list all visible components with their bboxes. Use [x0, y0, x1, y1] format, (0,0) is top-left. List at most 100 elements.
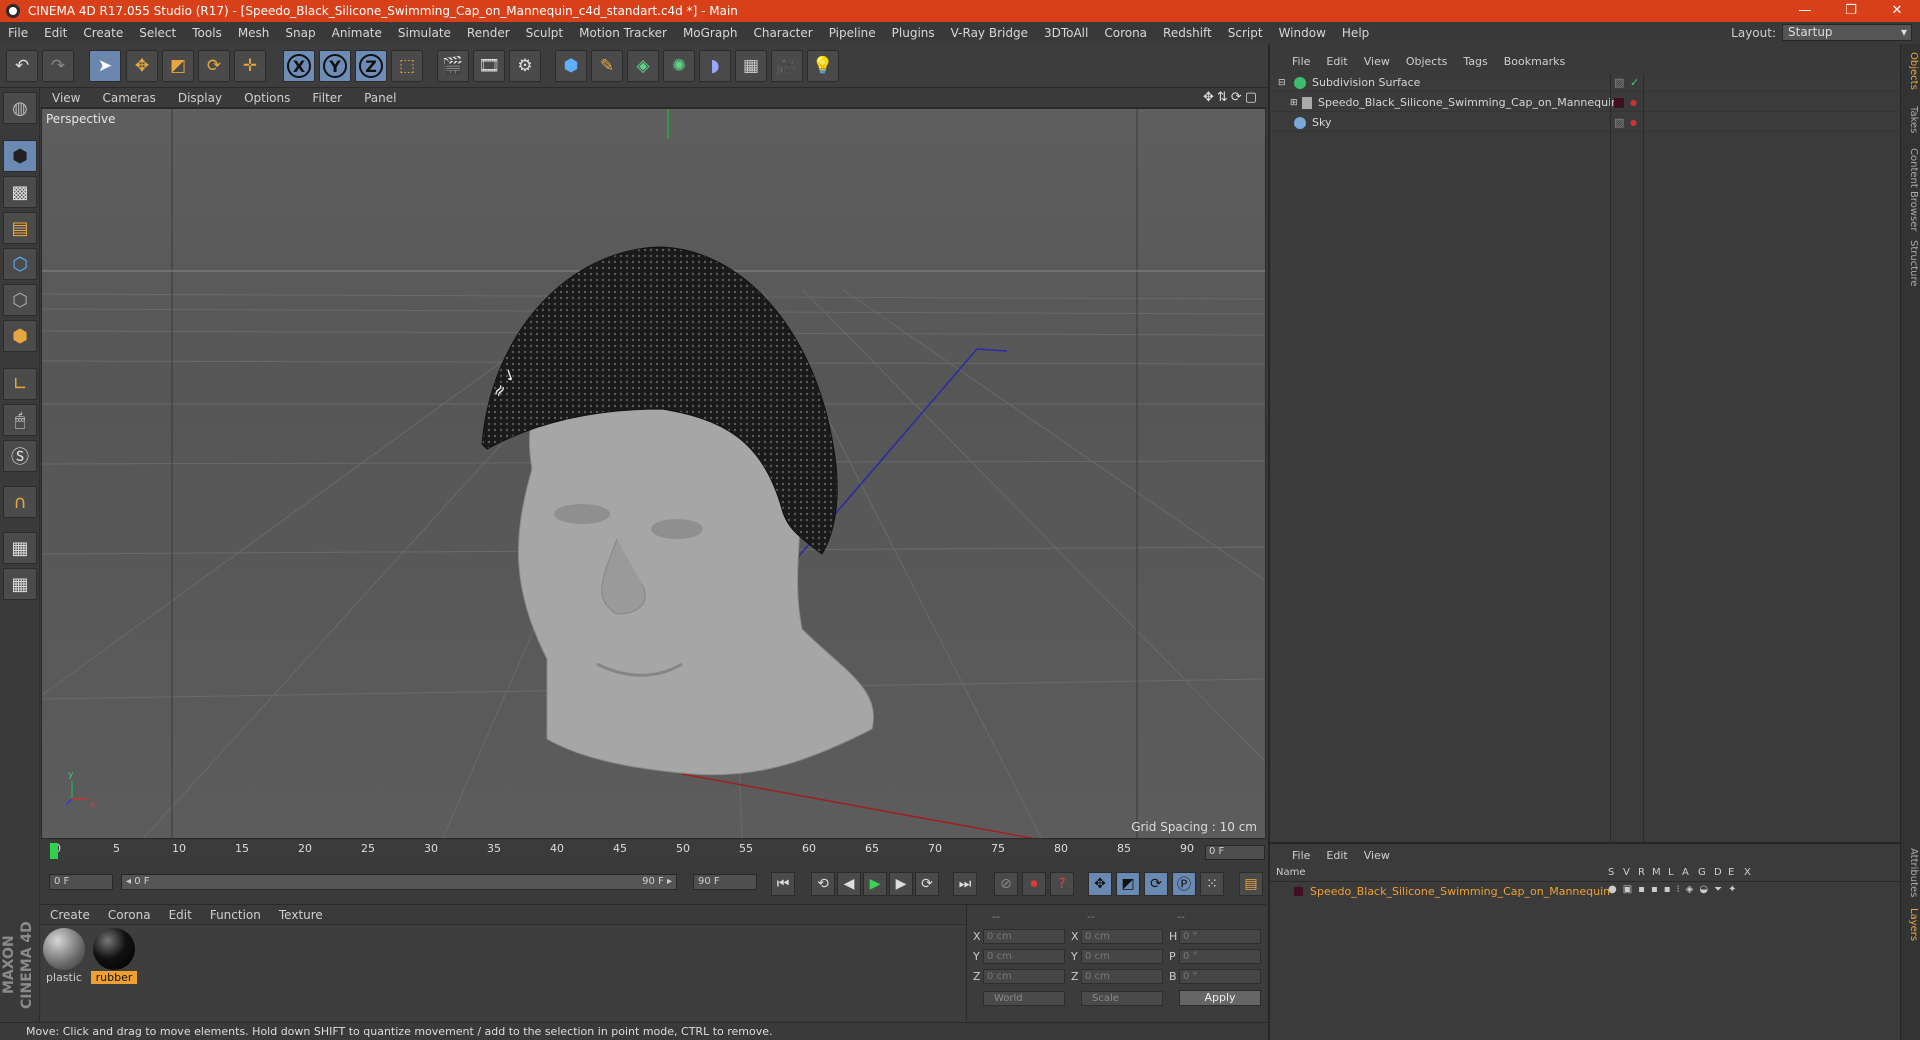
x-axis-lock-icon[interactable]: X — [283, 50, 315, 82]
viewport-menu-filter[interactable]: Filter — [301, 91, 353, 105]
texture-mode-icon[interactable]: ▩ — [3, 176, 37, 208]
layers-menu-edit[interactable]: Edit — [1318, 849, 1355, 862]
menu-sculpt[interactable]: Sculpt — [518, 26, 571, 40]
menu-character[interactable]: Character — [745, 26, 820, 40]
material-plastic[interactable]: plastic — [41, 928, 87, 984]
menu-simulate[interactable]: Simulate — [390, 26, 459, 40]
layer-toggle-icon[interactable]: ▨ — [1614, 74, 1624, 92]
floor-object-icon[interactable]: ▦ — [735, 50, 767, 82]
solo-mode-icon[interactable]: Ⓢ — [3, 440, 37, 472]
layer-color-swatch[interactable] — [1294, 887, 1303, 896]
go-to-end-icon[interactable]: ⏭ — [953, 872, 977, 896]
position-z-field[interactable]: 0 cm — [983, 969, 1065, 984]
autokey-disabled-icon[interactable]: ⊘ — [994, 872, 1018, 896]
menu-animate[interactable]: Animate — [324, 26, 390, 40]
minimize-button[interactable]: — — [1782, 0, 1828, 22]
expand-icon[interactable]: ⊞ — [1290, 94, 1298, 112]
layer-toggle-icon[interactable]: ▨ — [1614, 114, 1624, 132]
timeline-ruler[interactable]: 0 5 10 15 20 25 30 35 40 45 50 55 60 65 … — [48, 842, 1194, 860]
tab-objects[interactable]: Objects — [1903, 52, 1919, 90]
autokeying-icon[interactable]: ? — [1050, 872, 1074, 896]
rotation-b-field[interactable]: 0 ° — [1179, 969, 1261, 984]
key-parameter-icon[interactable]: Ⓟ — [1172, 872, 1196, 896]
rotate-tool-icon[interactable]: ⟳ — [198, 50, 230, 82]
axis-mode-icon[interactable]: ∟ — [3, 368, 37, 400]
redo-icon[interactable]: ↷ — [42, 50, 74, 82]
camera-object-icon[interactable]: 🎥 — [771, 50, 803, 82]
timeline-playhead[interactable] — [50, 843, 58, 859]
undo-icon[interactable]: ↶ — [6, 50, 38, 82]
size-y-field[interactable]: 0 cm — [1081, 949, 1163, 964]
layout-dropdown[interactable]: Startup — [1782, 24, 1912, 41]
menu-snap[interactable]: Snap — [277, 26, 323, 40]
spline-pen-icon[interactable]: ✎ — [591, 50, 623, 82]
menu-help[interactable]: Help — [1334, 26, 1377, 40]
end-frame-field[interactable]: 90 F — [693, 874, 757, 890]
start-frame-field[interactable]: 0 F — [49, 874, 113, 890]
key-rotation-icon[interactable]: ⟳ — [1144, 872, 1168, 896]
menu-3dtoall[interactable]: 3DToAll — [1036, 26, 1096, 40]
workplane-mode-icon[interactable]: ▤ — [3, 212, 37, 244]
menu-plugins[interactable]: Plugins — [884, 26, 943, 40]
material-rubber[interactable]: rubber — [91, 928, 137, 984]
tab-content-browser[interactable]: Content Browser — [1903, 148, 1919, 231]
menu-tools[interactable]: Tools — [184, 26, 230, 40]
layers-menu-view[interactable]: View — [1356, 849, 1398, 862]
close-button[interactable]: ✕ — [1874, 0, 1920, 22]
model-mode-icon[interactable]: ⬢ — [3, 140, 37, 172]
tweak-mode-icon[interactable]: 🖱 — [3, 404, 37, 436]
current-frame-field[interactable]: 0 F — [1205, 845, 1265, 860]
timeline-window-icon[interactable]: ▤ — [1239, 872, 1263, 896]
material-menu-create[interactable]: Create — [41, 908, 99, 922]
previous-frame-icon[interactable]: ◀ — [837, 872, 861, 896]
layer-row[interactable]: Speedo_Black_Silicone_Swimming_Cap_on_Ma… — [1270, 884, 1902, 900]
viewport-menu-view[interactable]: View — [41, 91, 91, 105]
menu-script[interactable]: Script — [1220, 26, 1271, 40]
objects-menu-tags[interactable]: Tags — [1455, 55, 1495, 68]
rotation-p-field[interactable]: 0 ° — [1179, 949, 1261, 964]
menu-corona[interactable]: Corona — [1096, 26, 1155, 40]
array-mograph-icon[interactable]: ✺ — [663, 50, 695, 82]
polygons-mode-icon[interactable]: ⬢ — [3, 320, 37, 352]
menu-window[interactable]: Window — [1271, 26, 1334, 40]
objects-menu-bookmarks[interactable]: Bookmarks — [1496, 55, 1573, 68]
material-menu-edit[interactable]: Edit — [160, 908, 201, 922]
menu-redshift[interactable]: Redshift — [1155, 26, 1220, 40]
expand-icon[interactable]: ⊟ — [1278, 74, 1286, 92]
menu-pipeline[interactable]: Pipeline — [821, 26, 884, 40]
key-position-icon[interactable]: ✥ — [1088, 872, 1112, 896]
viewport-menu-options[interactable]: Options — [233, 91, 301, 105]
object-row-subdivision-surface[interactable]: ⊟ Subdivision Surface ▨ ✓ — [1272, 74, 1902, 92]
layer-flag-icons[interactable]: ●▣▪▪▪⁝◈◒⏷✦ — [1608, 884, 1742, 895]
points-mode-icon[interactable]: ⬡ — [3, 248, 37, 280]
menu-create[interactable]: Create — [75, 26, 131, 40]
coordinate-system-icon[interactable]: ⬚ — [391, 50, 423, 82]
menu-mesh[interactable]: Mesh — [230, 26, 278, 40]
material-menu-texture[interactable]: Texture — [270, 908, 332, 922]
scale-tool-icon[interactable]: ◩ — [162, 50, 194, 82]
material-menu-function[interactable]: Function — [201, 908, 270, 922]
objects-menu-objects[interactable]: Objects — [1398, 55, 1456, 68]
visibility-dots-icon[interactable]: ● — [1630, 94, 1637, 112]
select-tool-icon[interactable]: ➤ — [89, 50, 121, 82]
layers-menu-file[interactable]: File — [1284, 849, 1318, 862]
grid-snap-icon[interactable]: ▦ — [3, 568, 37, 600]
deformer-icon[interactable]: ◗ — [699, 50, 731, 82]
render-view-icon[interactable]: 🎬 — [437, 50, 469, 82]
make-editable-icon[interactable]: ◍ — [3, 92, 37, 124]
menu-select[interactable]: Select — [131, 26, 184, 40]
edges-mode-icon[interactable]: ⬡ — [3, 284, 37, 316]
key-pla-icon[interactable]: ⁙ — [1200, 872, 1224, 896]
snap-magnet-icon[interactable]: ∩ — [3, 486, 37, 518]
viewport-navigation-icons[interactable]: ✥⇅⟳▢ — [1203, 90, 1260, 105]
render-picture-viewer-icon[interactable]: 🎞 — [473, 50, 505, 82]
rotation-h-field[interactable]: 0 ° — [1179, 929, 1261, 944]
objects-menu-file[interactable]: File — [1284, 55, 1318, 68]
size-x-field[interactable]: 0 cm — [1081, 929, 1163, 944]
perspective-viewport[interactable]: ≈ ✓ y x Perspective Grid Spacing : 10 cm — [41, 108, 1266, 839]
cube-object-icon[interactable]: ⬢ — [555, 50, 587, 82]
viewport-menu-display[interactable]: Display — [167, 91, 233, 105]
object-row-mannequin[interactable]: ⊞ Speedo_Black_Silicone_Swimming_Cap_on_… — [1272, 94, 1902, 112]
record-icon[interactable]: ⏺ — [1022, 872, 1046, 896]
next-frame-icon[interactable]: ▶ — [889, 872, 913, 896]
